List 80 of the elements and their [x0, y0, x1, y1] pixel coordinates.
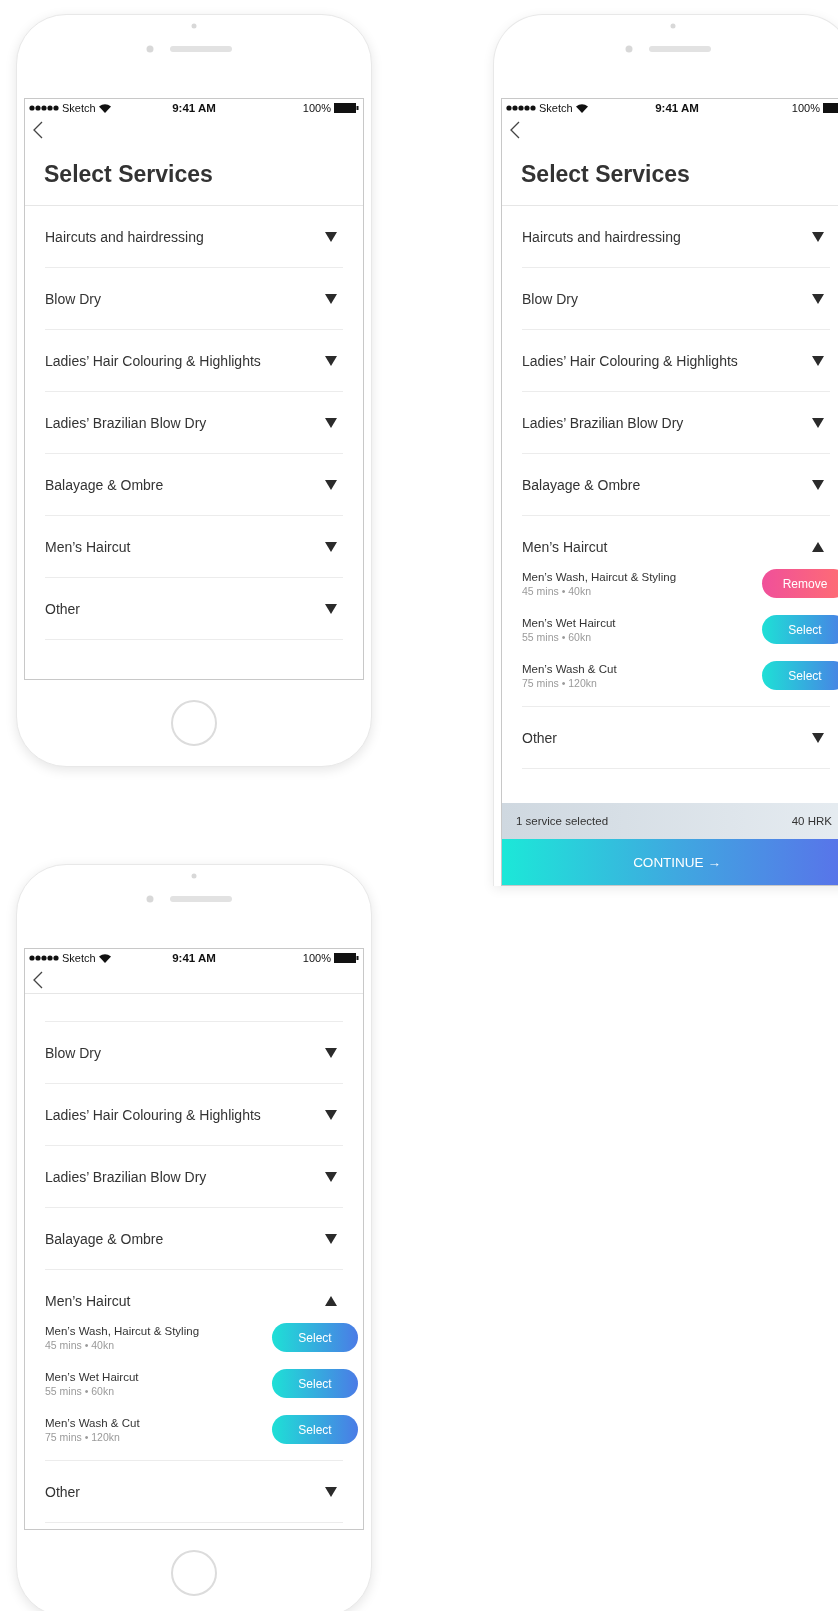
category-row[interactable]: Ladies’ Hair Colouring & Highlights — [45, 1084, 343, 1145]
service-details: 45 mins • 40kn — [45, 1338, 116, 1351]
expand-icon — [325, 355, 337, 366]
category-row[interactable]: Ladies’ Brazilian Blow Dry — [45, 392, 343, 453]
back-icon[interactable] — [510, 121, 520, 139]
wifi-icon — [575, 103, 588, 113]
back-icon[interactable] — [33, 971, 43, 989]
page-title: Select Services — [521, 160, 690, 188]
service-name: Men’s Wash, Haircut & Styling — [522, 570, 677, 583]
collapse-icon — [812, 541, 824, 552]
battery-percent: 100% — [791, 102, 820, 114]
service-details: 55 mins • 60kn — [522, 630, 593, 643]
expand-icon — [325, 1171, 337, 1182]
expand-icon — [812, 417, 824, 428]
expand-icon — [812, 231, 824, 242]
service-name: Men’s Wash & Cut — [45, 1416, 140, 1429]
collapse-icon — [325, 1295, 337, 1306]
category-row[interactable]: Balayage & Ombre — [45, 454, 343, 515]
category-row[interactable]: Men’s Haircut — [45, 516, 343, 577]
battery-percent: 100% — [302, 952, 331, 964]
category-row[interactable]: Haircuts and hairdressing — [45, 206, 343, 267]
service-details: 45 mins • 40kn — [522, 584, 593, 597]
carrier-name: Sketch — [62, 102, 96, 114]
wifi-icon — [98, 103, 111, 113]
signal-icon — [506, 105, 536, 111]
service-name: Men’s Wet Haircut — [45, 1370, 139, 1383]
phone-speaker-icon — [146, 895, 232, 903]
back-icon[interactable] — [33, 121, 43, 139]
expand-icon — [812, 479, 824, 490]
wifi-icon — [98, 953, 111, 963]
status-time: 9:41 AM — [655, 102, 699, 114]
category-row[interactable]: Ladies’ Hair Colouring & Highlights — [45, 330, 343, 391]
battery-percent: 100% — [302, 102, 331, 114]
service-name: Men’s Wash & Cut — [522, 662, 617, 675]
status-time: 9:41 AM — [172, 102, 216, 114]
expand-icon — [325, 293, 337, 304]
service-name: Men’s Wet Haircut — [522, 616, 616, 629]
expand-icon — [325, 417, 337, 428]
service-name: Men’s Wash, Haircut & Styling — [45, 1324, 200, 1337]
category-row[interactable]: Balayage & Ombre — [45, 1208, 343, 1269]
category-row[interactable]: Haircuts and hairdressing — [522, 206, 830, 267]
category-row[interactable]: Other — [45, 1461, 343, 1522]
category-row[interactable]: Balayage & Ombre — [522, 454, 830, 515]
expand-icon — [325, 1109, 337, 1120]
carrier-name: Sketch — [539, 102, 573, 114]
service-details: 75 mins • 120kn — [522, 676, 598, 689]
expand-icon — [812, 355, 824, 366]
service-details: 75 mins • 120kn — [45, 1430, 121, 1443]
category-row[interactable]: Other — [45, 578, 343, 639]
category-row[interactable]: Ladies’ Brazilian Blow Dry — [45, 1146, 343, 1207]
expand-icon — [325, 1233, 337, 1244]
expand-icon — [325, 1047, 337, 1058]
signal-icon — [29, 105, 59, 111]
category-row[interactable]: Blow Dry — [45, 268, 343, 329]
phone-camera-icon — [191, 873, 197, 879]
category-row[interactable]: Ladies’ Brazilian Blow Dry — [522, 392, 830, 453]
category-row[interactable]: Blow Dry — [522, 268, 830, 329]
category-row[interactable]: Blow Dry — [45, 1022, 343, 1083]
expand-icon — [325, 231, 337, 242]
service-details: 55 mins • 60kn — [45, 1384, 116, 1397]
page-title: Select Services — [44, 160, 213, 188]
status-time: 9:41 AM — [172, 952, 216, 964]
battery-icon — [334, 103, 359, 113]
signal-icon — [29, 955, 59, 961]
expand-icon — [812, 293, 824, 304]
battery-icon — [334, 953, 359, 963]
category-row[interactable]: Other — [522, 707, 830, 768]
expand-icon — [325, 479, 337, 490]
phone-speaker-icon — [146, 45, 232, 53]
expand-icon — [325, 1486, 337, 1497]
carrier-name: Sketch — [62, 952, 96, 964]
expand-icon — [812, 732, 824, 743]
selected-count: 1 service selected — [516, 815, 609, 827]
expand-icon — [325, 603, 337, 614]
phone-camera-icon — [191, 23, 197, 29]
category-row[interactable]: Ladies’ Hair Colouring & Highlights — [522, 330, 830, 391]
expand-icon — [325, 541, 337, 552]
phone-speaker-icon — [625, 45, 711, 53]
total-price: 40 HRK — [791, 815, 832, 827]
phone-camera-icon — [670, 23, 676, 29]
